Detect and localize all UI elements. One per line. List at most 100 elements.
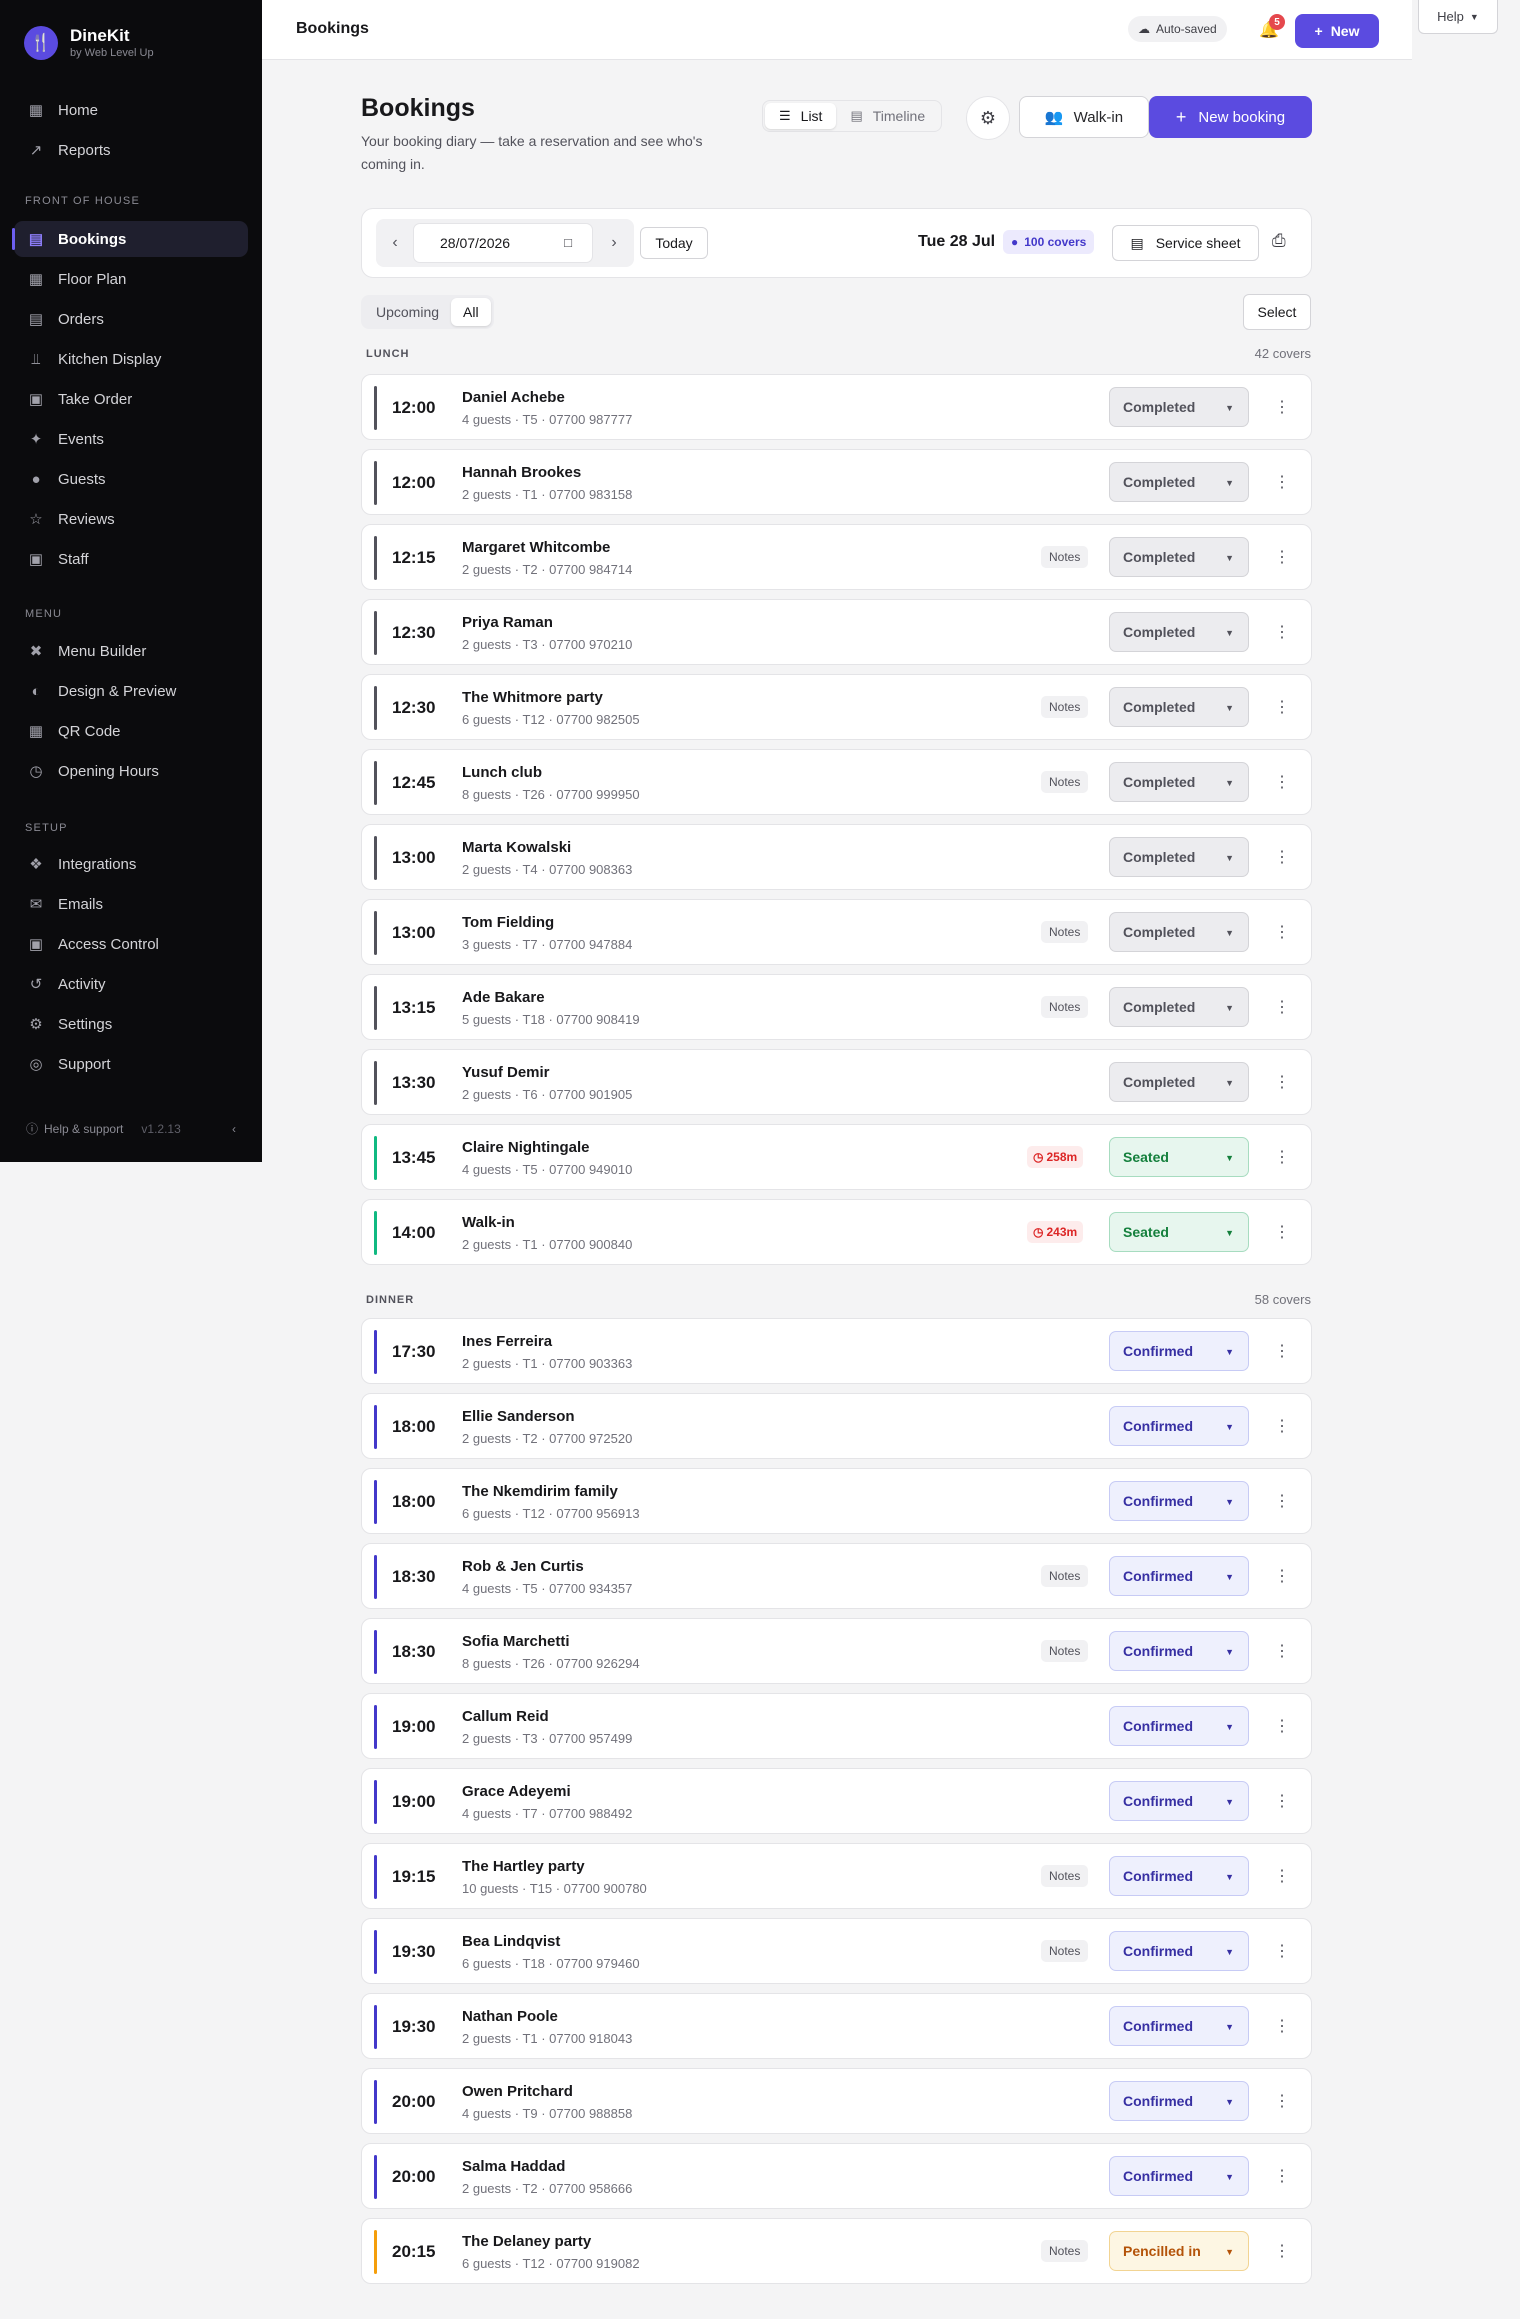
more-options-icon[interactable]: ⋮ bbox=[1274, 772, 1290, 792]
booking-row[interactable]: 13:45 Claire Nightingale 4 guests · T5 · 0… bbox=[361, 1124, 1312, 1190]
sidebar-item-access-control[interactable]: ▣ Access Control bbox=[14, 926, 248, 962]
more-options-icon[interactable]: ⋮ bbox=[1274, 847, 1290, 867]
brand[interactable]: 🍴 DineKit by Web Level Up bbox=[24, 26, 154, 60]
more-options-icon[interactable]: ⋮ bbox=[1274, 1491, 1290, 1511]
notes-badge[interactable]: Notes bbox=[1041, 2240, 1089, 2262]
sidebar-item-opening-hours[interactable]: ◷ Opening Hours bbox=[14, 753, 248, 789]
booking-row[interactable]: 17:30 Ines Ferreira 2 guests · T1 · 07700 … bbox=[361, 1318, 1312, 1384]
more-options-icon[interactable]: ⋮ bbox=[1274, 1866, 1290, 1886]
more-options-icon[interactable]: ⋮ bbox=[1274, 1072, 1290, 1092]
status-dropdown[interactable]: Confirmed ▼ bbox=[1109, 1331, 1249, 1371]
notifications-button[interactable]: 🔔 5 bbox=[1257, 14, 1285, 42]
today-button[interactable]: Today bbox=[640, 227, 708, 259]
notes-badge[interactable]: Notes bbox=[1041, 771, 1089, 793]
sidebar-item-emails[interactable]: ✉ Emails bbox=[14, 886, 248, 922]
calendar-icon[interactable]: □ bbox=[564, 235, 572, 250]
walk-in-button[interactable]: 👥 Walk-in bbox=[1019, 96, 1149, 138]
view-timeline-button[interactable]: ▤ Timeline bbox=[836, 103, 939, 129]
status-dropdown[interactable]: Confirmed ▼ bbox=[1109, 2156, 1249, 2196]
more-options-icon[interactable]: ⋮ bbox=[1274, 997, 1290, 1017]
more-options-icon[interactable]: ⋮ bbox=[1274, 1716, 1290, 1736]
status-dropdown[interactable]: Confirmed ▼ bbox=[1109, 1931, 1249, 1971]
status-dropdown[interactable]: Confirmed ▼ bbox=[1109, 1406, 1249, 1446]
sidebar-item-floor-plan[interactable]: ▦ Floor Plan bbox=[14, 261, 248, 297]
status-dropdown[interactable]: Seated ▼ bbox=[1109, 1137, 1249, 1177]
status-dropdown[interactable]: Confirmed ▼ bbox=[1109, 2081, 1249, 2121]
status-dropdown[interactable]: Completed ▼ bbox=[1109, 687, 1249, 727]
tab-upcoming[interactable]: Upcoming bbox=[364, 298, 451, 326]
help-support-link[interactable]: Help & support bbox=[44, 1122, 123, 1136]
filter-settings-button[interactable]: ⚙ bbox=[966, 96, 1010, 140]
view-list-button[interactable]: ☰ List bbox=[765, 103, 837, 129]
chevron-left-icon[interactable]: ‹ bbox=[383, 231, 407, 255]
sidebar-item-orders[interactable]: ▤ Orders bbox=[14, 301, 248, 337]
sidebar-item-home[interactable]: ▦ Home bbox=[14, 92, 248, 128]
sidebar-item-reports[interactable]: ↗ Reports bbox=[14, 132, 248, 168]
tab-all[interactable]: All bbox=[451, 298, 491, 326]
booking-row[interactable]: 20:00 Owen Pritchard 4 guests · T9 · 07700… bbox=[361, 2068, 1312, 2134]
notes-badge[interactable]: Notes bbox=[1041, 1865, 1089, 1887]
notes-badge[interactable]: Notes bbox=[1041, 696, 1089, 718]
more-options-icon[interactable]: ⋮ bbox=[1274, 1566, 1290, 1586]
sidebar-item-reviews[interactable]: ☆ Reviews bbox=[14, 501, 248, 537]
more-options-icon[interactable]: ⋮ bbox=[1274, 472, 1290, 492]
status-dropdown[interactable]: Completed ▼ bbox=[1109, 762, 1249, 802]
booking-row[interactable]: 14:00 Walk-in 2 guests · T1 · 07700 900840… bbox=[361, 1199, 1312, 1265]
select-button[interactable]: Select bbox=[1243, 294, 1311, 330]
booking-row[interactable]: 13:15 Ade Bakare 5 guests · T18 · 07700 90… bbox=[361, 974, 1312, 1040]
more-options-icon[interactable]: ⋮ bbox=[1274, 1341, 1290, 1361]
more-options-icon[interactable]: ⋮ bbox=[1274, 622, 1290, 642]
more-options-icon[interactable]: ⋮ bbox=[1274, 1641, 1290, 1661]
booking-row[interactable]: 19:30 Nathan Poole 2 guests · T1 · 07700 9… bbox=[361, 1993, 1312, 2059]
more-options-icon[interactable]: ⋮ bbox=[1274, 922, 1290, 942]
print-icon[interactable]: ⎙ bbox=[1272, 231, 1286, 251]
notes-badge[interactable]: Notes bbox=[1041, 1640, 1089, 1662]
notes-badge[interactable]: Notes bbox=[1041, 996, 1089, 1018]
status-dropdown[interactable]: Confirmed ▼ bbox=[1109, 1706, 1249, 1746]
booking-row[interactable]: 18:30 Rob & Jen Curtis 4 guests · T5 · 077… bbox=[361, 1543, 1312, 1609]
status-dropdown[interactable]: Completed ▼ bbox=[1109, 837, 1249, 877]
booking-row[interactable]: 12:00 Daniel Achebe 4 guests · T5 · 07700 … bbox=[361, 374, 1312, 440]
more-options-icon[interactable]: ⋮ bbox=[1274, 2016, 1290, 2036]
status-dropdown[interactable]: Completed ▼ bbox=[1109, 612, 1249, 652]
more-options-icon[interactable]: ⋮ bbox=[1274, 697, 1290, 717]
sidebar-item-support[interactable]: ◎ Support bbox=[14, 1046, 248, 1082]
date-picker-input[interactable]: 28/07/2026 □ bbox=[413, 223, 593, 263]
status-dropdown[interactable]: Completed ▼ bbox=[1109, 387, 1249, 427]
more-options-icon[interactable]: ⋮ bbox=[1274, 1416, 1290, 1436]
booking-row[interactable]: 12:00 Hannah Brookes 2 guests · T1 · 07700… bbox=[361, 449, 1312, 515]
new-booking-button[interactable]: + New booking bbox=[1149, 96, 1312, 138]
status-dropdown[interactable]: Completed ▼ bbox=[1109, 462, 1249, 502]
status-dropdown[interactable]: Completed ▼ bbox=[1109, 912, 1249, 952]
status-dropdown[interactable]: Confirmed ▼ bbox=[1109, 1781, 1249, 1821]
booking-row[interactable]: 20:00 Salma Haddad 2 guests · T2 · 07700 9… bbox=[361, 2143, 1312, 2209]
service-sheet-button[interactable]: ▤ Service sheet bbox=[1112, 225, 1259, 261]
booking-row[interactable]: 18:30 Sofia Marchetti 8 guests · T26 · 077… bbox=[361, 1618, 1312, 1684]
status-dropdown[interactable]: Confirmed ▼ bbox=[1109, 1856, 1249, 1896]
booking-row[interactable]: 12:15 Margaret Whitcombe 2 guests · T2 · 0… bbox=[361, 524, 1312, 590]
sidebar-item-qr-code[interactable]: ▦ QR Code bbox=[14, 713, 248, 749]
booking-row[interactable]: 19:00 Grace Adeyemi 4 guests · T7 · 07700 … bbox=[361, 1768, 1312, 1834]
more-options-icon[interactable]: ⋮ bbox=[1274, 1222, 1290, 1242]
booking-row[interactable]: 12:30 The Whitmore party 6 guests · T12 · … bbox=[361, 674, 1312, 740]
sidebar-item-settings[interactable]: ⚙ Settings bbox=[14, 1006, 248, 1042]
booking-row[interactable]: 19:00 Callum Reid 2 guests · T3 · 07700 95… bbox=[361, 1693, 1312, 1759]
notes-badge[interactable]: Notes bbox=[1041, 921, 1089, 943]
status-dropdown[interactable]: Confirmed ▼ bbox=[1109, 1481, 1249, 1521]
notes-badge[interactable]: Notes bbox=[1041, 546, 1089, 568]
sidebar-item-activity[interactable]: ↺ Activity bbox=[14, 966, 248, 1002]
notes-badge[interactable]: Notes bbox=[1041, 1940, 1089, 1962]
chevron-right-icon[interactable]: › bbox=[602, 231, 626, 255]
booking-row[interactable]: 13:00 Marta Kowalski 2 guests · T4 · 07700… bbox=[361, 824, 1312, 890]
more-options-icon[interactable]: ⋮ bbox=[1274, 2091, 1290, 2111]
booking-row[interactable]: 19:15 The Hartley party 10 guests · T15 · … bbox=[361, 1843, 1312, 1909]
status-dropdown[interactable]: Confirmed ▼ bbox=[1109, 2006, 1249, 2046]
more-options-icon[interactable]: ⋮ bbox=[1274, 1941, 1290, 1961]
help-button[interactable]: Help ▼ bbox=[1418, 0, 1498, 34]
status-dropdown[interactable]: Completed ▼ bbox=[1109, 1062, 1249, 1102]
sidebar-item-bookings[interactable]: ▤ Bookings bbox=[12, 221, 248, 257]
status-dropdown[interactable]: Seated ▼ bbox=[1109, 1212, 1249, 1252]
more-options-icon[interactable]: ⋮ bbox=[1274, 397, 1290, 417]
sidebar-item-take-order[interactable]: ▣ Take Order bbox=[14, 381, 248, 417]
more-options-icon[interactable]: ⋮ bbox=[1274, 2241, 1290, 2261]
